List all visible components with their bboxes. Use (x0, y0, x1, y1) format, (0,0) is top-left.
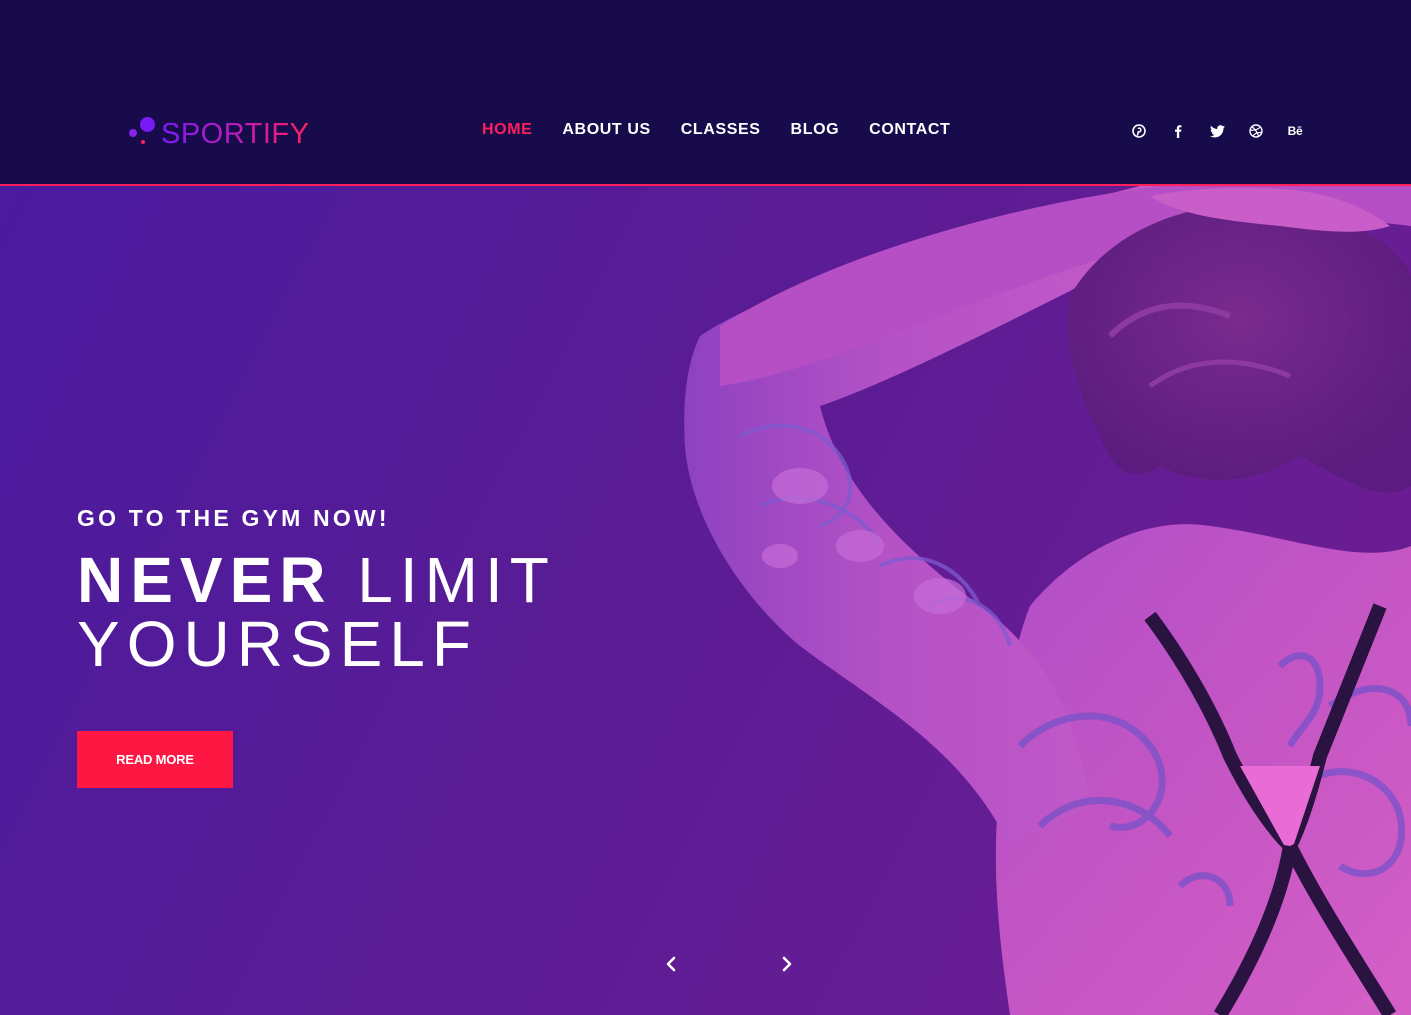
nav-item-blog[interactable]: BLOG (791, 120, 840, 140)
hero-kicker: GO TO THE GYM NOW! (77, 505, 390, 531)
headline-light-1: LIMIT (357, 544, 556, 616)
headline-line-2: YOURSELF (77, 608, 478, 680)
headline-strong: NEVER (77, 544, 333, 616)
chevron-left-icon[interactable] (659, 952, 683, 976)
logo[interactable]: SPORTIFY (128, 112, 310, 152)
facebook-icon[interactable] (1167, 120, 1189, 142)
nav-item-contact[interactable]: CONTACT (869, 120, 950, 140)
pinterest-icon[interactable] (1128, 120, 1150, 142)
chevron-right-icon[interactable] (775, 952, 799, 976)
logo-text: SPORTIFY (161, 118, 310, 150)
behance-icon[interactable]: Bē (1284, 120, 1306, 142)
hero-headline: NEVER LIMIT YOURSELF (77, 548, 556, 676)
nav-item-classes[interactable]: CLASSES (681, 120, 761, 140)
dribbble-icon[interactable] (1245, 120, 1267, 142)
site-header: SPORTIFY HOME ABOUT US CLASSES BLOG CONT… (0, 0, 1411, 186)
social-links: Bē (1128, 120, 1306, 142)
headline-line-1: NEVER LIMIT (77, 548, 556, 612)
main-nav: HOME ABOUT US CLASSES BLOG CONTACT (482, 120, 980, 140)
logo-mark-icon (128, 115, 158, 149)
read-more-button[interactable]: READ MORE (77, 731, 233, 788)
hero-slider: GO TO THE GYM NOW! NEVER LIMIT YOURSELF … (0, 186, 1411, 1015)
nav-item-home[interactable]: HOME (482, 120, 532, 140)
nav-item-about-us[interactable]: ABOUT US (562, 120, 650, 140)
twitter-icon[interactable] (1206, 120, 1228, 142)
